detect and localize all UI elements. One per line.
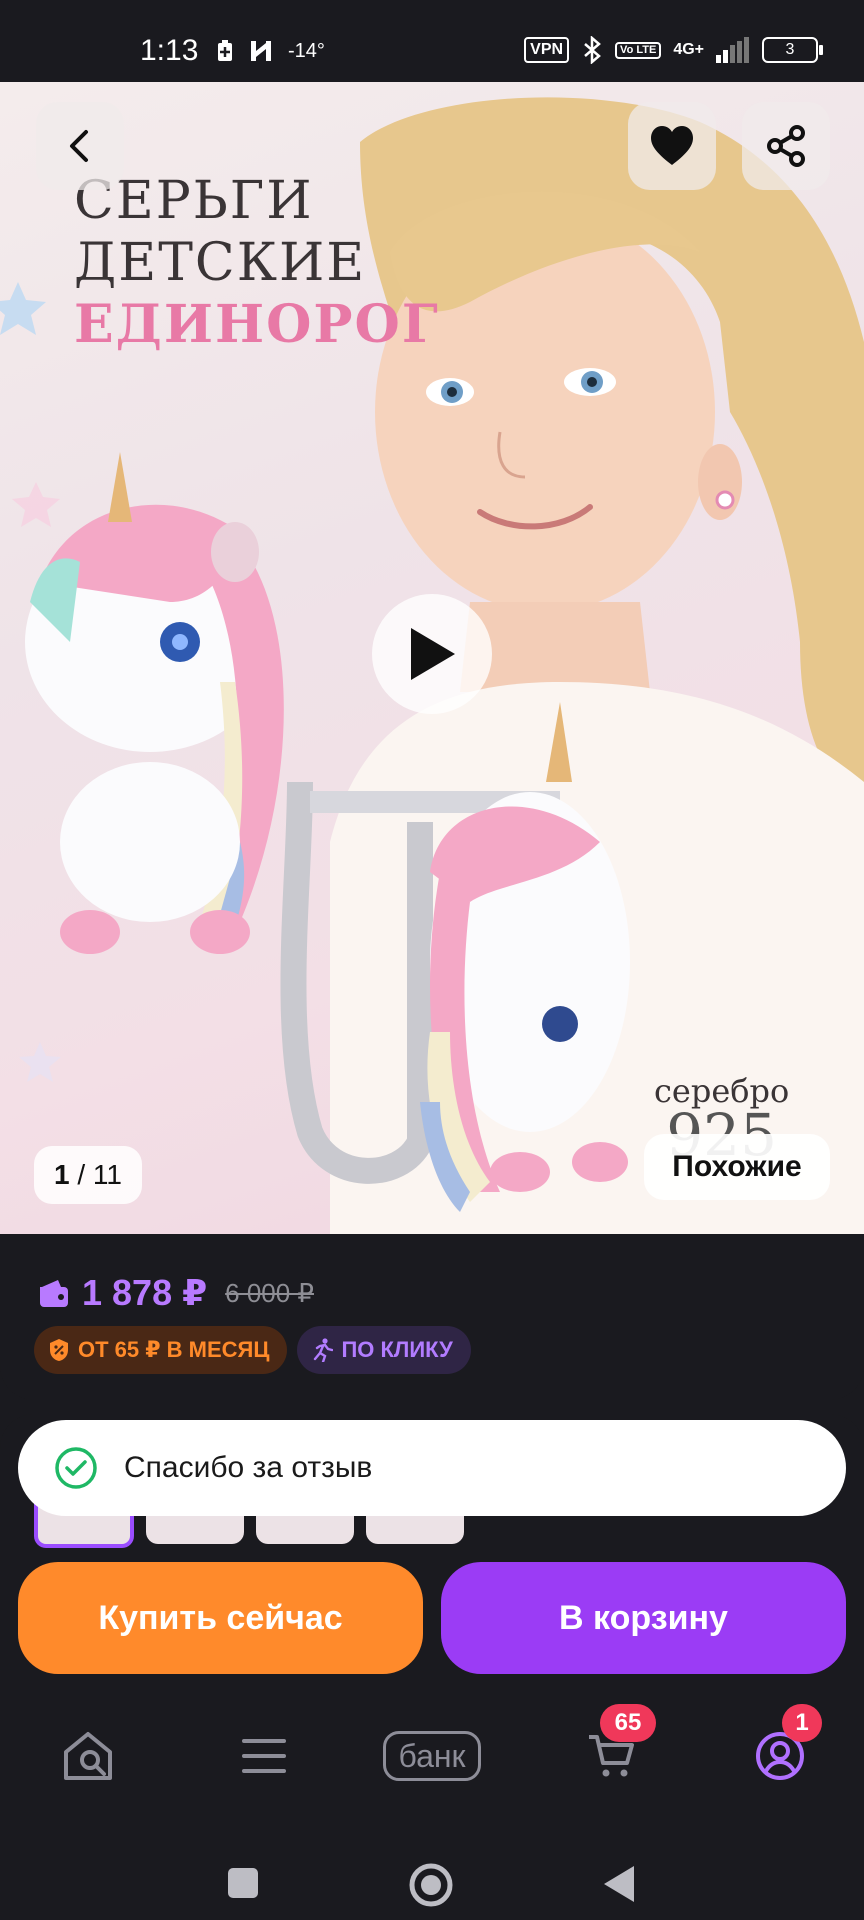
running-person-icon <box>314 1338 334 1362</box>
bank-label: банк <box>383 1731 481 1781</box>
favorite-button[interactable] <box>628 102 716 190</box>
click-badge[interactable]: ПО КЛИКУ <box>297 1326 471 1374</box>
status-time: 1:13 <box>140 34 199 67</box>
bluetooth-icon <box>584 36 601 64</box>
profile-count-badge: 1 <box>782 1704 822 1742</box>
back-icon <box>70 130 88 162</box>
buy-now-button[interactable]: Купить сейчас <box>18 1562 423 1674</box>
menu-icon <box>242 1739 286 1773</box>
image-counter-current: 1 <box>54 1159 70 1190</box>
product-gallery[interactable]: СЕРЬГИ ДЕТСКИЕ ЕДИНОРОГ серебро 925 1 / … <box>0 82 864 1234</box>
installment-badge-label: ОТ 65 ₽ В МЕСЯЦ <box>78 1337 270 1362</box>
nav-home[interactable] <box>56 1726 120 1786</box>
battery-indicator: 3 <box>762 37 823 63</box>
promo-line-1: СЕРЬГИ <box>74 171 314 231</box>
current-price: 1 878 ₽ <box>82 1272 208 1313</box>
bottom-navigation: банк 65 1 <box>0 1690 864 1820</box>
toast-message: Спасибо за отзыв <box>124 1451 373 1484</box>
promo-line-2: ДЕТСКИЕ <box>74 233 367 293</box>
purchase-actions: Купить сейчас В корзину <box>18 1562 846 1674</box>
cart-count-badge: 65 <box>600 1704 656 1742</box>
share-icon <box>767 125 805 167</box>
status-right-icons: VPN Vo LTE 4G+ 3 <box>524 36 823 64</box>
home-icon[interactable] <box>408 1862 454 1908</box>
click-badge-label: ПО КЛИКУ <box>341 1337 453 1362</box>
price-badges: ОТ 65 ₽ В МЕСЯЦ ПО КЛИКУ <box>34 1326 471 1374</box>
play-icon <box>411 628 455 680</box>
back-button[interactable] <box>36 102 124 190</box>
similar-button[interactable]: Похожие <box>644 1134 830 1200</box>
shield-percent-icon <box>50 1339 68 1361</box>
price-row: 1 878 ₽ 6 000 ₽ <box>38 1272 314 1314</box>
toast-notification: Спасибо за отзыв <box>18 1420 846 1516</box>
installment-badge[interactable]: ОТ 65 ₽ В МЕСЯЦ <box>34 1326 288 1374</box>
old-price: 6 000 ₽ <box>225 1277 314 1308</box>
volte-indicator: Vo LTE <box>615 41 662 59</box>
battery-saver-icon <box>218 40 232 61</box>
add-to-cart-button[interactable]: В корзину <box>441 1562 846 1674</box>
nav-catalog[interactable] <box>232 1726 296 1786</box>
nav-bank[interactable]: банк <box>374 1726 490 1786</box>
price-section: 1 878 ₽ 6 000 ₽ ОТ 65 ₽ В МЕСЯЦ ПО КЛИКУ <box>0 1234 864 1400</box>
promo-line-3: ЕДИНОРОГ <box>74 294 440 355</box>
home-search-icon <box>64 1732 112 1780</box>
vpn-indicator: VPN <box>524 37 570 63</box>
system-navigation-bar <box>0 1820 864 1920</box>
status-left-icons: -14° <box>216 38 325 64</box>
system-back-icon[interactable] <box>602 1864 636 1904</box>
status-bar: 1:13 -14° VPN Vo LTE 4G+ 3 <box>0 0 864 82</box>
network-type: 4G+ <box>673 41 704 58</box>
promo-title: СЕРЬГИ ДЕТСКИЕ ЕДИНОРОГ <box>74 170 440 356</box>
check-circle-icon <box>55 1447 97 1489</box>
nav-profile[interactable]: 1 <box>748 1704 822 1786</box>
nav-cart[interactable]: 65 <box>580 1704 656 1786</box>
app-notification-icon <box>251 41 271 61</box>
image-counter-total: / 11 <box>77 1159 122 1190</box>
recent-apps-icon[interactable] <box>226 1866 260 1900</box>
wallet-icon <box>40 1280 68 1307</box>
status-temperature: -14° <box>288 39 325 62</box>
play-video-button[interactable] <box>372 594 492 714</box>
image-counter: 1 / 11 <box>34 1146 142 1204</box>
heart-icon <box>651 126 693 165</box>
share-button[interactable] <box>742 102 830 190</box>
signal-icon <box>716 37 749 63</box>
